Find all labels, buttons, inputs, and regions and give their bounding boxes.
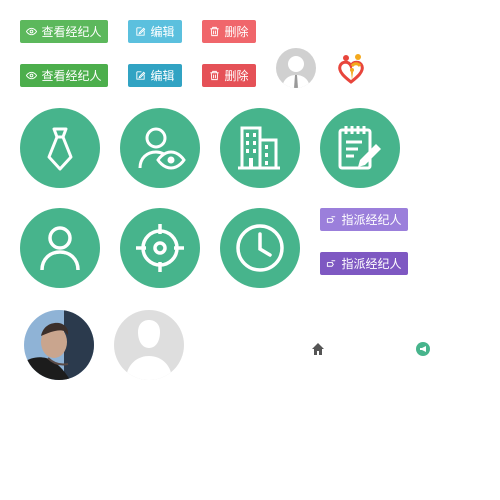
tie-icon	[47, 127, 73, 171]
edit-label: 编辑	[150, 69, 175, 83]
eye-icon	[26, 71, 38, 80]
person-silhouette-icon	[282, 56, 310, 88]
avatar-placeholder-small	[276, 48, 316, 88]
hand-point-icon	[327, 260, 336, 267]
tie-circle[interactable]	[20, 108, 100, 188]
user-view-circle[interactable]	[120, 108, 200, 188]
delete-button-1[interactable]: 删除	[202, 20, 256, 43]
building-icon	[238, 126, 280, 170]
target-circle[interactable]	[120, 208, 200, 288]
view-agent-label: 查看经纪人	[41, 25, 102, 39]
family-logo-icon	[336, 52, 370, 86]
building-circle[interactable]	[220, 108, 300, 188]
user-icon	[40, 226, 80, 271]
assign-agent-label: 指派经纪人	[341, 213, 402, 227]
megaphone-icon[interactable]	[416, 342, 430, 356]
assign-agent-button-1[interactable]: 指派经纪人	[320, 208, 408, 231]
view-agent-label: 查看经纪人	[41, 69, 102, 83]
avatar-placeholder-large	[114, 310, 184, 380]
notepad-edit-icon	[338, 126, 381, 170]
target-icon	[136, 224, 184, 272]
clock-circle[interactable]	[220, 208, 300, 288]
home-icon[interactable]	[311, 342, 325, 356]
trash-icon	[210, 26, 220, 37]
trash-icon	[210, 70, 220, 81]
person-silhouette-icon	[126, 320, 172, 380]
view-agent-button-2[interactable]: 查看经纪人	[20, 64, 108, 87]
edit-icon	[136, 27, 146, 36]
assign-agent-button-2[interactable]: 指派经纪人	[320, 252, 408, 275]
assign-agent-label: 指派经纪人	[341, 257, 402, 271]
edit-button-1[interactable]: 编辑	[128, 20, 182, 43]
delete-button-2[interactable]: 删除	[202, 64, 256, 87]
edit-icon	[136, 71, 146, 80]
notepad-edit-circle[interactable]	[320, 108, 400, 188]
user-view-icon	[138, 127, 186, 170]
view-agent-button-1[interactable]: 查看经纪人	[20, 20, 108, 43]
user-avatar-photo	[24, 310, 94, 380]
hand-point-icon	[327, 216, 336, 223]
delete-label: 删除	[224, 25, 249, 39]
delete-label: 删除	[224, 69, 249, 83]
user-circle[interactable]	[20, 208, 100, 288]
edit-label: 编辑	[150, 25, 175, 39]
eye-icon	[26, 27, 38, 36]
clock-icon	[236, 224, 284, 272]
edit-button-2[interactable]: 编辑	[128, 64, 182, 87]
